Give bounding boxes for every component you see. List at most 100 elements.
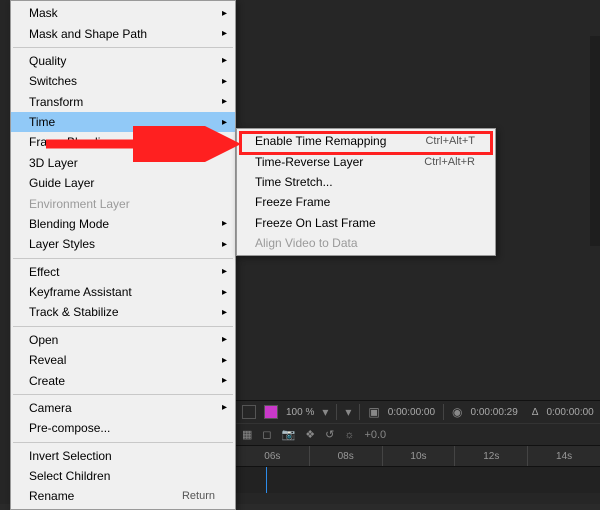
menu-item-label: Guide Layer xyxy=(29,176,215,190)
layer-context-menu: Mask▸Mask and Shape Path▸Quality▸Switche… xyxy=(10,0,236,510)
menu-item-label: Effect xyxy=(29,265,215,279)
menu-item-quality[interactable]: Quality ▸ xyxy=(11,51,235,71)
menu-item-label: Keyframe Assistant xyxy=(29,285,215,299)
channel-icon[interactable]: ❖ xyxy=(305,428,315,441)
menu-item-label: Quality xyxy=(29,54,215,68)
zoom-value: 100 % xyxy=(286,407,314,418)
playhead-indicator[interactable] xyxy=(266,467,267,493)
submenu-arrow-icon: ▸ xyxy=(222,355,227,366)
snapshot-icon[interactable]: 📷 xyxy=(282,428,296,441)
menu-item-switches[interactable]: Switches▸ xyxy=(11,71,235,91)
menu-item-label: Environment Layer xyxy=(29,197,215,211)
submenu-item-time-stretch-[interactable]: Time Stretch... xyxy=(237,172,495,192)
label-color-swatch-empty[interactable] xyxy=(242,405,256,419)
submenu-item-time-reverse-layer[interactable]: Time-Reverse LayerCtrl+Alt+R xyxy=(237,151,495,171)
menu-item-label: Time-Reverse Layer xyxy=(255,155,404,169)
menu-item-label: Frame Blending xyxy=(29,135,215,149)
submenu-arrow-icon: ▸ xyxy=(222,55,227,66)
submenu-arrow-icon: ▸ xyxy=(222,334,227,345)
timeline-ruler[interactable]: 06s 08s 10s 12s 14s xyxy=(236,445,600,467)
menu-item-label: Blending Mode xyxy=(29,217,215,231)
timeline-footer: 100 % ▾ ▾ ▣ 0:00:00:00 ◉ 0:00:00:29 Δ 0:… xyxy=(236,400,600,504)
menu-item-pre-compose-[interactable]: Pre-compose... xyxy=(11,418,235,438)
submenu-item-align-video-to-data: Align Video to Data xyxy=(237,233,495,253)
menu-item-label: Reveal xyxy=(29,353,215,367)
submenu-arrow-icon: ▸ xyxy=(222,239,227,250)
menu-separator xyxy=(13,442,233,443)
menu-item-label: Track & Stabilize xyxy=(29,305,215,319)
menu-item-label: Freeze Frame xyxy=(255,195,475,209)
delta-time: 0:00:00:00 xyxy=(546,407,593,418)
submenu-arrow-icon: ▸ xyxy=(222,117,227,128)
menu-item-3d-layer[interactable]: 3D Layer xyxy=(11,153,235,173)
ruler-tick: 10s xyxy=(382,446,455,466)
menu-item-mask[interactable]: Mask▸ xyxy=(11,3,235,23)
menu-item-blending-mode[interactable]: Blending Mode ▸ xyxy=(11,214,235,234)
menu-item-label: Open xyxy=(29,333,215,347)
roi-icon[interactable]: ▣ xyxy=(368,405,379,419)
menu-item-label: Create xyxy=(29,374,215,388)
menu-item-transform[interactable]: Transform ▸ xyxy=(11,92,235,112)
menu-item-label: Select Children xyxy=(29,469,215,483)
mask-toggle-icon[interactable]: ◻ xyxy=(262,428,271,441)
timeline-toolbar-2: ▦ ◻ 📷 ❖ ↺ ☼ +0.0 xyxy=(236,423,600,445)
menu-item-label: Enable Time Remapping xyxy=(255,134,405,148)
menu-separator xyxy=(13,47,233,48)
menu-item-effect[interactable]: Effect ▸ xyxy=(11,262,235,282)
timeline-toolbar: 100 % ▾ ▾ ▣ 0:00:00:00 ◉ 0:00:00:29 Δ 0:… xyxy=(236,401,600,423)
menu-item-label: Rename xyxy=(29,489,162,503)
menu-item-select-children[interactable]: Select Children xyxy=(11,466,235,486)
exposure-icon[interactable]: ☼ xyxy=(344,429,354,441)
new-composition-placeholder[interactable]: tion xyxy=(590,36,600,246)
ruler-tick: 06s xyxy=(236,446,309,466)
menu-item-time[interactable]: Time ▸ xyxy=(11,112,235,132)
submenu-arrow-icon: ▸ xyxy=(222,137,227,148)
submenu-arrow-icon: ▸ xyxy=(222,287,227,298)
current-time-1: 0:00:00:00 xyxy=(388,407,435,418)
menu-item-open[interactable]: Open ▸ xyxy=(11,330,235,350)
menu-item-frame-blending[interactable]: Frame Blending ▸ xyxy=(11,132,235,152)
submenu-arrow-icon: ▸ xyxy=(222,402,227,413)
reset-exposure-icon[interactable]: ↺ xyxy=(325,428,334,441)
menu-item-mask-and-shape-path[interactable]: Mask and Shape Path ▸ xyxy=(11,23,235,43)
resolution-dropdown-icon[interactable]: ▾ xyxy=(345,405,351,419)
submenu-arrow-icon: ▸ xyxy=(222,218,227,229)
menu-item-shortcut: Return xyxy=(182,490,215,502)
grid-icon[interactable]: ▦ xyxy=(242,428,252,441)
menu-item-invert-selection[interactable]: Invert Selection xyxy=(11,446,235,466)
submenu-arrow-icon: ▸ xyxy=(222,28,227,39)
menu-item-guide-layer[interactable]: Guide Layer xyxy=(11,173,235,193)
label-color-swatch-magenta[interactable] xyxy=(264,405,278,419)
menu-item-label: Invert Selection xyxy=(29,449,215,463)
timeline-track-area[interactable] xyxy=(236,467,600,493)
exposure-value: +0.0 xyxy=(364,429,386,441)
duration-value: 0:00:00:29 xyxy=(471,407,518,418)
tc-icon[interactable]: ◉ xyxy=(452,405,462,419)
submenu-item-freeze-frame[interactable]: Freeze Frame xyxy=(237,192,495,212)
submenu-arrow-icon: ▸ xyxy=(222,266,227,277)
menu-item-keyframe-assistant[interactable]: Keyframe Assistant ▸ xyxy=(11,282,235,302)
menu-item-camera[interactable]: Camera ▸ xyxy=(11,398,235,418)
menu-item-label: Time Stretch... xyxy=(255,175,475,189)
menu-item-reveal[interactable]: Reveal ▸ xyxy=(11,350,235,370)
menu-separator xyxy=(13,258,233,259)
delta-prefix: Δ xyxy=(532,407,539,418)
menu-item-label: Mask xyxy=(29,6,215,20)
menu-item-shortcut: Ctrl+Alt+T xyxy=(425,135,475,147)
menu-item-label: Mask and Shape Path xyxy=(29,27,215,41)
menu-separator xyxy=(13,394,233,395)
menu-item-label: Pre-compose... xyxy=(29,421,215,435)
menu-item-layer-styles[interactable]: Layer Styles▸ xyxy=(11,234,235,254)
ruler-tick: 08s xyxy=(309,446,382,466)
menu-separator xyxy=(13,326,233,327)
menu-item-label: Transform xyxy=(29,95,215,109)
submenu-item-enable-time-remapping[interactable]: Enable Time Remapping Ctrl+Alt+T xyxy=(237,131,495,151)
menu-item-track-stabilize[interactable]: Track & Stabilize▸ xyxy=(11,302,235,322)
menu-item-label: Time xyxy=(29,115,215,129)
submenu-item-freeze-on-last-frame[interactable]: Freeze On Last Frame xyxy=(237,213,495,233)
submenu-arrow-icon: ▸ xyxy=(222,96,227,107)
menu-item-label: Camera xyxy=(29,401,215,415)
menu-item-create[interactable]: Create▸ xyxy=(11,370,235,390)
menu-item-label: Switches xyxy=(29,74,215,88)
zoom-dropdown-icon[interactable]: ▾ xyxy=(322,405,328,419)
